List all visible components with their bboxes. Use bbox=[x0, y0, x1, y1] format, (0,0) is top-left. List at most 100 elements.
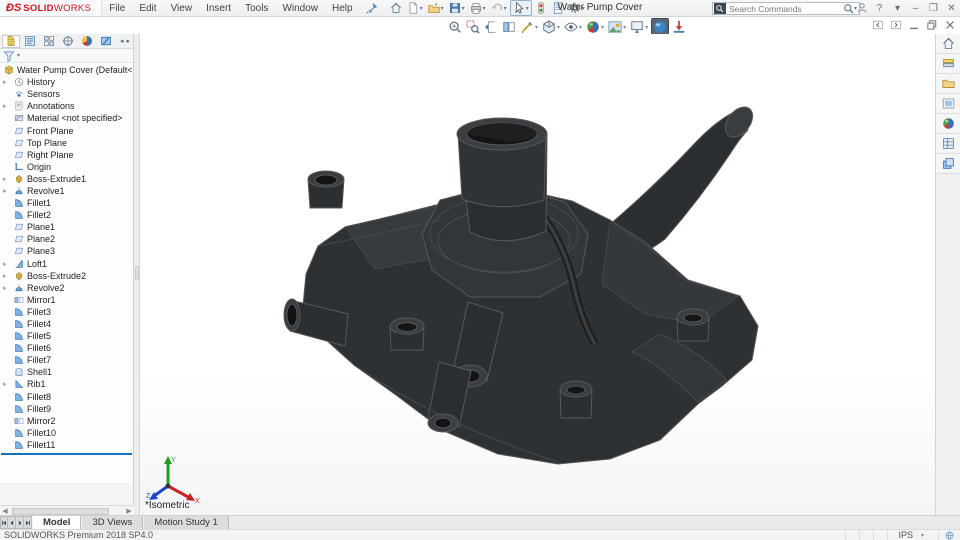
zoom-to-area-button[interactable] bbox=[465, 20, 481, 34]
menu-insert[interactable]: Insert bbox=[199, 0, 238, 16]
taskpane-design-library-button[interactable] bbox=[936, 54, 960, 74]
tree-item-plane1[interactable]: Plane1 bbox=[0, 221, 133, 233]
search-icon[interactable] bbox=[843, 3, 854, 14]
tree-item-boss-extrude1[interactable]: ▸Boss-Extrude1 bbox=[0, 173, 133, 185]
unit-system-selector[interactable]: IPS ▾ bbox=[887, 530, 938, 540]
save-button[interactable]: ▾ bbox=[447, 1, 467, 15]
scroll-left-icon[interactable]: ◀ bbox=[0, 507, 10, 515]
tab-3d-views[interactable]: 3D Views bbox=[81, 516, 143, 529]
tree-item-fillet1[interactable]: Fillet1 bbox=[0, 197, 133, 209]
expand-arrow-icon[interactable]: ▸ bbox=[3, 175, 7, 183]
dynamic-annotation-views-button[interactable]: ▾ bbox=[519, 20, 539, 34]
tree-item-origin[interactable]: Origin bbox=[0, 161, 133, 173]
menu-tools[interactable]: Tools bbox=[238, 0, 275, 16]
tree-item-fillet8[interactable]: Fillet8 bbox=[0, 391, 133, 403]
caret-icon[interactable]: ▾ bbox=[623, 24, 626, 31]
tree-item-plane2[interactable]: Plane2 bbox=[0, 233, 133, 245]
tree-item-annotations[interactable]: ▸Annotations bbox=[0, 100, 133, 112]
tab-propertymanager[interactable] bbox=[21, 35, 39, 48]
caret-icon[interactable]: ▾ bbox=[601, 24, 604, 31]
tree-item-material-not-specified-[interactable]: Material <not specified> bbox=[0, 112, 133, 124]
nav-last-button[interactable] bbox=[24, 516, 32, 529]
tab-cam-manager[interactable] bbox=[97, 35, 115, 48]
menu-window[interactable]: Window bbox=[275, 0, 325, 16]
edit-appearance-button[interactable]: ▾ bbox=[585, 20, 605, 34]
view-orientation-button[interactable]: ▾ bbox=[541, 20, 561, 34]
caret-icon[interactable]: ▾ bbox=[420, 5, 423, 12]
caret-icon[interactable]: ▾ bbox=[483, 5, 486, 12]
scroll-thumb[interactable] bbox=[12, 508, 109, 515]
zoom-to-fit-button[interactable] bbox=[447, 20, 463, 34]
tree-item-fillet10[interactable]: Fillet10 bbox=[0, 427, 133, 439]
graphics-area[interactable]: Y X Z *Isometric bbox=[140, 34, 935, 515]
tab-configurationmanager[interactable] bbox=[40, 35, 58, 48]
taskpane-view-palette-button[interactable] bbox=[936, 94, 960, 114]
tree-item-fillet9[interactable]: Fillet9 bbox=[0, 403, 133, 415]
print-button[interactable]: ▾ bbox=[468, 1, 488, 15]
menu-edit[interactable]: Edit bbox=[132, 0, 163, 16]
tree-item-fillet4[interactable]: Fillet4 bbox=[0, 318, 133, 330]
menu-view[interactable]: View bbox=[164, 0, 200, 16]
expand-arrow-icon[interactable]: ▸ bbox=[3, 272, 7, 280]
rollback-bar[interactable] bbox=[1, 453, 132, 455]
tree-item-mirror1[interactable]: Mirror1 bbox=[0, 294, 133, 306]
taskpane-custom-properties-button[interactable] bbox=[936, 134, 960, 154]
close-icon[interactable]: ✕ bbox=[945, 2, 958, 15]
taskpane-solidworks-addins-button[interactable] bbox=[936, 154, 960, 174]
tree-item-plane3[interactable]: Plane3 bbox=[0, 245, 133, 257]
tree-item-top-plane[interactable]: Top Plane bbox=[0, 137, 133, 149]
tree-item-sensors[interactable]: Sensors bbox=[0, 88, 133, 100]
restore-icon[interactable]: ❐ bbox=[927, 2, 940, 15]
tab-featuremanager-tree[interactable] bbox=[2, 35, 20, 48]
tree-filter-row[interactable]: ▾ bbox=[0, 49, 133, 63]
nav-prev-button[interactable] bbox=[8, 516, 16, 529]
tab-displaymanager[interactable] bbox=[78, 35, 96, 48]
taskpane-file-explorer-button[interactable] bbox=[936, 74, 960, 94]
filter-caret-icon[interactable]: ▾ bbox=[17, 52, 20, 59]
tab-motion-study-1[interactable]: Motion Study 1 bbox=[143, 516, 228, 529]
nav-next-button[interactable] bbox=[16, 516, 24, 529]
apply-scene-button[interactable]: ▾ bbox=[607, 20, 627, 34]
globe-icon[interactable] bbox=[938, 530, 960, 540]
expand-arrow-icon[interactable]: ▸ bbox=[3, 284, 7, 292]
caret-icon[interactable]: ▾ bbox=[462, 5, 465, 12]
tree-item-revolve1[interactable]: ▸Revolve1 bbox=[0, 185, 133, 197]
help-icon[interactable]: ? bbox=[873, 2, 886, 15]
new-document-button[interactable]: ▾ bbox=[405, 1, 425, 15]
tab-scroll-left-icon[interactable]: ◂ bbox=[120, 37, 124, 45]
normal-to-button[interactable] bbox=[671, 20, 687, 34]
section-view-button[interactable] bbox=[501, 20, 517, 34]
expand-arrow-icon[interactable]: ▸ bbox=[3, 102, 7, 110]
user-icon[interactable] bbox=[855, 2, 868, 15]
pin-menu-icon[interactable] bbox=[366, 2, 378, 14]
tab-dimxpertmanager[interactable] bbox=[59, 35, 77, 48]
caret-icon[interactable]: ▾ bbox=[891, 2, 904, 15]
filter-funnel-icon[interactable] bbox=[3, 50, 15, 62]
tree-item-right-plane[interactable]: Right Plane bbox=[0, 149, 133, 161]
menu-help[interactable]: Help bbox=[325, 0, 360, 16]
tree-item-rib1[interactable]: ▸Rib1 bbox=[0, 378, 133, 390]
expand-arrow-icon[interactable]: ▸ bbox=[3, 78, 7, 86]
expand-arrow-icon[interactable]: ▸ bbox=[3, 187, 7, 195]
tree-item-shell1[interactable]: Shell1 bbox=[0, 366, 133, 378]
tree-item-history[interactable]: ▸History bbox=[0, 76, 133, 88]
tree-item-revolve2[interactable]: ▸Revolve2 bbox=[0, 282, 133, 294]
tab-scroll-right-icon[interactable]: ▸ bbox=[126, 37, 130, 45]
splitter-grip[interactable] bbox=[135, 266, 139, 280]
nav-first-button[interactable] bbox=[0, 516, 8, 529]
tree-item-fillet5[interactable]: Fillet5 bbox=[0, 330, 133, 342]
taskpane-appearances-scenes-button[interactable] bbox=[936, 114, 960, 134]
tree-item-fillet3[interactable]: Fillet3 bbox=[0, 306, 133, 318]
tree-item-front-plane[interactable]: Front Plane bbox=[0, 124, 133, 136]
previous-view-button[interactable] bbox=[483, 20, 499, 34]
restore-doc-button[interactable] bbox=[926, 19, 938, 31]
tree-item-mirror2[interactable]: Mirror2 bbox=[0, 415, 133, 427]
minimize-icon[interactable]: – bbox=[909, 2, 922, 15]
caret-icon[interactable]: ▾ bbox=[441, 5, 444, 12]
previous-pane-button[interactable] bbox=[872, 19, 884, 31]
caret-icon[interactable]: ▾ bbox=[645, 24, 648, 31]
caret-icon[interactable]: ▾ bbox=[535, 24, 538, 31]
menu-file[interactable]: File bbox=[102, 0, 132, 16]
tree-item-loft1[interactable]: ▸Loft1 bbox=[0, 258, 133, 270]
tab-model[interactable]: Model bbox=[32, 516, 81, 529]
